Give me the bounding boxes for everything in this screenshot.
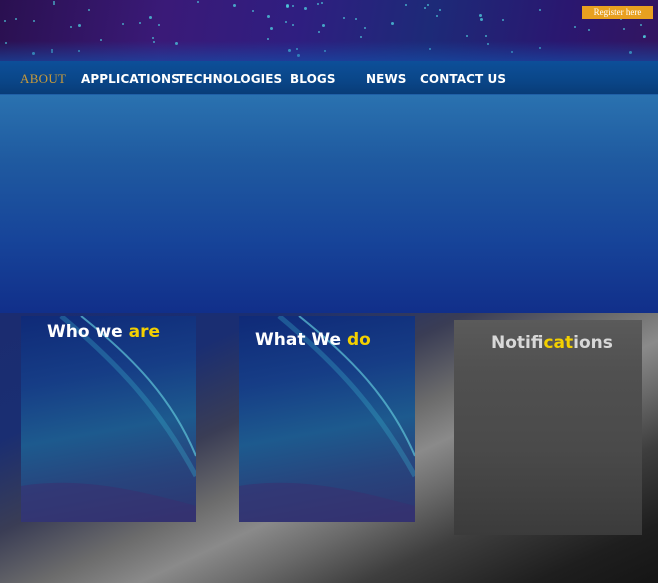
star-dot bbox=[297, 54, 300, 57]
star-dot bbox=[70, 26, 72, 28]
star-dot bbox=[502, 19, 504, 21]
star-dot bbox=[391, 22, 394, 25]
notifications-title: Notifications bbox=[491, 333, 613, 353]
star-dot bbox=[15, 18, 17, 20]
star-dot bbox=[53, 1, 55, 3]
star-dot bbox=[479, 14, 482, 17]
star-dot bbox=[5, 42, 7, 44]
star-dot bbox=[33, 20, 35, 22]
star-dot bbox=[292, 24, 294, 26]
nav-item-technologies[interactable]: TECHNOLOGIES bbox=[177, 61, 282, 94]
star-dot bbox=[158, 24, 160, 26]
header-star-banner: Register here bbox=[0, 0, 658, 61]
star-dot bbox=[466, 35, 468, 37]
star-dot bbox=[286, 5, 289, 8]
star-dot bbox=[318, 31, 320, 33]
notifications-panel: Notifications bbox=[454, 320, 642, 535]
hero-banner bbox=[0, 95, 658, 313]
star-dot bbox=[197, 1, 199, 3]
star-dot bbox=[629, 51, 632, 54]
star-dot bbox=[511, 51, 513, 53]
star-dot bbox=[233, 4, 236, 7]
register-button[interactable]: Register here bbox=[582, 6, 653, 19]
star-dot bbox=[574, 26, 576, 28]
star-dot bbox=[405, 4, 407, 6]
star-dot bbox=[439, 9, 441, 11]
star-dot bbox=[623, 28, 625, 30]
swoosh-graphic bbox=[21, 316, 196, 522]
star-dot bbox=[485, 35, 487, 37]
star-dot bbox=[152, 37, 154, 39]
star-dot bbox=[122, 23, 124, 25]
star-dot bbox=[78, 24, 81, 27]
star-dot bbox=[32, 52, 35, 55]
what-we-do-title: What We do bbox=[255, 330, 371, 350]
star-dot bbox=[88, 9, 90, 11]
star-dot bbox=[267, 15, 270, 18]
star-dot bbox=[429, 48, 431, 50]
star-dot bbox=[51, 51, 53, 53]
nav-item-contact-us[interactable]: CONTACT US bbox=[420, 61, 506, 94]
nav-item-news[interactable]: NEWS bbox=[366, 61, 407, 94]
star-dot bbox=[288, 49, 291, 52]
star-dot bbox=[317, 3, 319, 5]
star-dot bbox=[175, 42, 178, 45]
who-we-are-title: Who we are bbox=[47, 322, 160, 342]
star-dot bbox=[51, 49, 53, 51]
star-dot bbox=[4, 20, 6, 22]
star-dot bbox=[427, 4, 429, 6]
star-dot bbox=[324, 50, 326, 52]
star-dot bbox=[292, 5, 294, 7]
star-dot bbox=[267, 38, 269, 40]
what-we-do-panel[interactable]: What We do bbox=[239, 316, 415, 522]
star-dot bbox=[153, 41, 155, 43]
who-we-are-panel[interactable]: Who we are bbox=[21, 316, 196, 522]
star-dot bbox=[149, 16, 152, 19]
nav-item-about[interactable]: ABOUT bbox=[20, 61, 66, 94]
star-dot bbox=[364, 27, 366, 29]
star-dot bbox=[355, 18, 357, 20]
star-dot bbox=[343, 17, 345, 19]
star-dot bbox=[252, 10, 254, 12]
star-dot bbox=[640, 24, 642, 26]
star-dot bbox=[436, 15, 438, 17]
star-dot bbox=[304, 7, 307, 10]
star-dot bbox=[480, 18, 483, 21]
star-dot bbox=[78, 50, 80, 52]
star-dot bbox=[539, 47, 541, 49]
nav-item-applications[interactable]: APPLICATIONS bbox=[81, 61, 180, 94]
star-dot bbox=[487, 43, 489, 45]
star-dot bbox=[139, 22, 141, 24]
star-dot bbox=[285, 21, 287, 23]
star-dot bbox=[296, 48, 298, 50]
star-dot bbox=[360, 36, 362, 38]
main-nav: ABOUT APPLICATIONS TECHNOLOGIES BLOGS NE… bbox=[0, 61, 658, 95]
star-dot bbox=[424, 7, 426, 9]
star-dot bbox=[588, 29, 590, 31]
star-dot bbox=[322, 24, 325, 27]
star-dot bbox=[100, 39, 102, 41]
star-dot bbox=[53, 3, 55, 5]
nav-item-blogs[interactable]: BLOGS bbox=[290, 61, 336, 94]
star-dot bbox=[539, 9, 541, 11]
star-dot bbox=[643, 35, 646, 38]
star-dot bbox=[270, 27, 273, 30]
star-dot bbox=[321, 2, 323, 4]
